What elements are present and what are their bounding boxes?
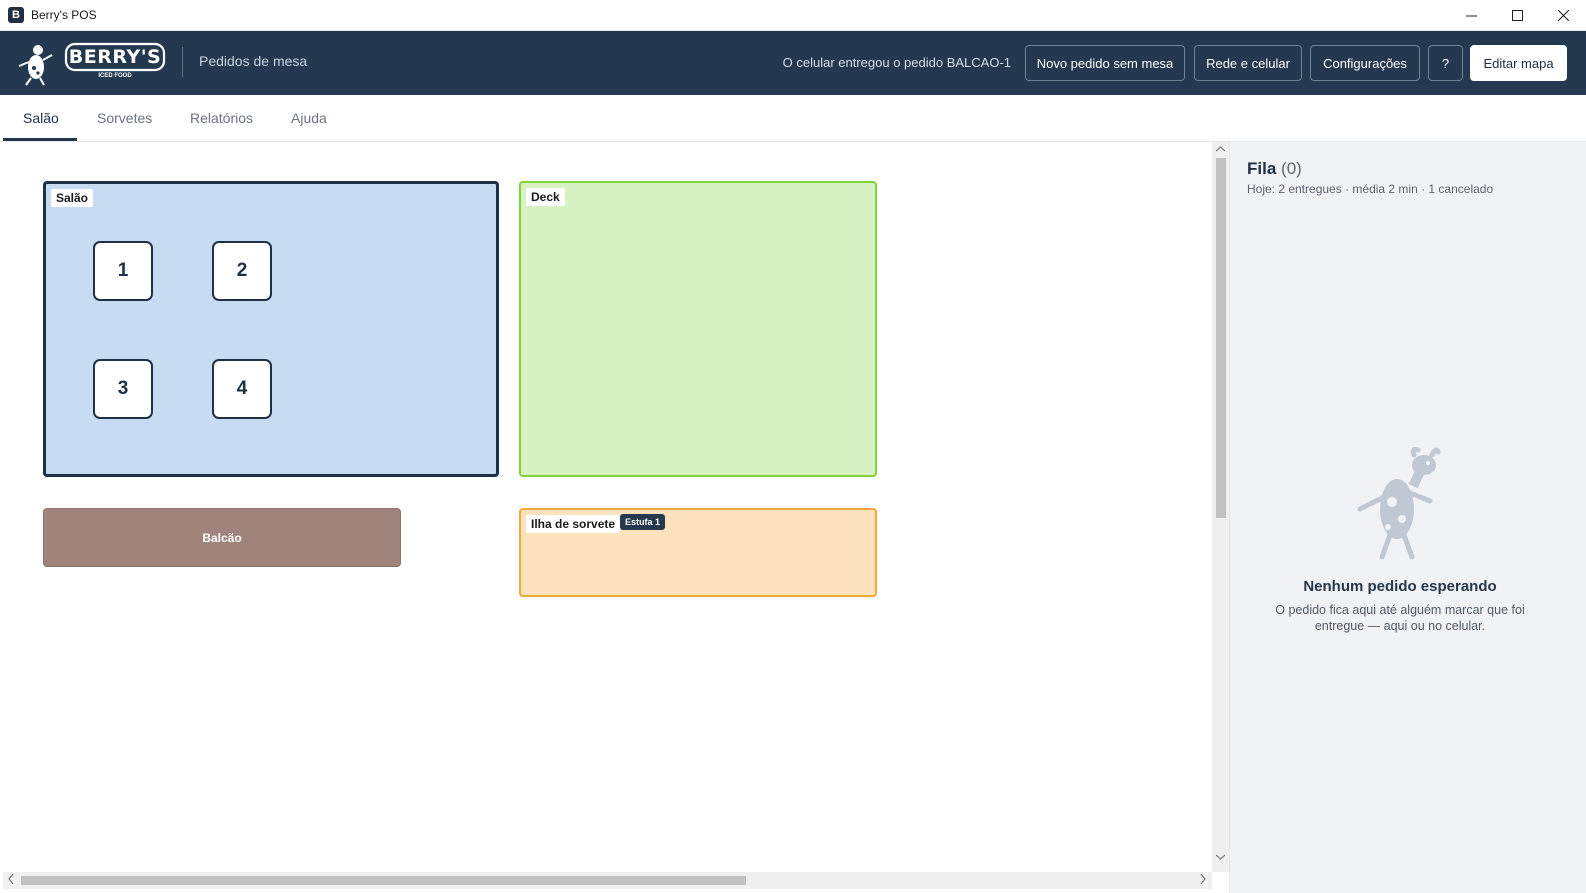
logo-text: BERRY'S [68,46,162,68]
window-controls [1448,0,1586,31]
scroll-left-icon[interactable] [8,873,14,887]
active-tab-indicator [3,138,77,141]
table-4[interactable]: 4 [212,359,272,419]
horizontal-scrollbar[interactable] [3,872,1212,889]
queue-panel: Fila (0) Hoje: 2 entregues · média 2 min… [1229,142,1586,893]
vertical-scroll-thumb[interactable] [1216,158,1226,518]
vertical-scrollbar[interactable] [1212,142,1229,872]
tab-sorvetes[interactable]: Sorvetes [97,110,152,126]
header-divider [182,47,183,77]
zone-salao-label: Salão [51,189,94,207]
settings-button[interactable]: Configurações [1310,45,1420,81]
table-1[interactable]: 1 [93,241,153,301]
close-button[interactable] [1540,0,1586,31]
zone-deck[interactable]: Deck [519,181,877,477]
status-message: O celular entregou o pedido BALCAO-1 [782,55,1011,70]
scroll-right-icon[interactable] [1200,873,1206,887]
maximize-button[interactable] [1494,0,1540,31]
queue-empty-description: O pedido fica aqui até alguém marcar que… [1275,603,1525,633]
new-order-button[interactable]: Novo pedido sem mesa [1025,45,1185,81]
zone-ilha-de-sorvete[interactable]: Ilha de sorvete Estufa 1 [519,508,877,597]
queue-title-text: Fila [1247,159,1277,178]
header-subtitle: Pedidos de mesa [199,53,308,69]
close-icon [1557,10,1569,21]
scroll-up-icon[interactable] [1215,144,1226,154]
brand-logo: BERRY'S ICED FOOD [16,40,166,86]
help-button[interactable]: ? [1428,45,1463,81]
minimize-button[interactable] [1448,0,1494,31]
main-tabs: Salão Sorvetes Relatórios Ajuda [0,95,1586,142]
tab-ajuda[interactable]: Ajuda [291,110,327,126]
logo-subtext: ICED FOOD [98,73,132,79]
queue-stats: Hoje: 2 entregues · média 2 min · 1 canc… [1247,182,1494,196]
window-title: Berry's POS [31,8,97,22]
floor-map: Salão 1 2 3 4 Deck Balcão Ilha de sorvet… [3,142,1212,872]
edit-map-button[interactable]: Editar mapa [1470,45,1567,81]
zone-ilha-label: Ilha de sorvete [526,515,621,533]
table-2[interactable]: 2 [212,241,272,301]
estufa-badge[interactable]: Estufa 1 [620,514,666,530]
zone-balcao[interactable]: Balcão [43,508,401,567]
app-icon: B [8,7,24,23]
horizontal-scroll-thumb[interactable] [21,876,746,885]
table-3[interactable]: 3 [93,359,153,419]
cow-mascot-icon [1357,447,1441,560]
network-button[interactable]: Rede e celular [1194,45,1302,81]
queue-title: Fila (0) [1247,159,1302,179]
queue-count: (0) [1281,159,1302,178]
zone-deck-label: Deck [526,188,565,206]
queue-empty-title: Nenhum pedido esperando [1303,578,1497,595]
window-titlebar: B Berry's POS [0,0,1586,31]
maximize-icon [1511,10,1523,21]
tab-salao[interactable]: Salão [23,110,59,126]
minimize-icon [1465,15,1477,17]
app-header: BERRY'S ICED FOOD Pedidos de mesa O celu… [0,31,1586,95]
tab-relatorios[interactable]: Relatórios [190,110,253,126]
zone-balcao-label: Balcão [202,530,242,545]
scroll-down-icon[interactable] [1215,852,1226,862]
zone-salao[interactable]: Salão 1 2 3 4 [43,181,499,477]
